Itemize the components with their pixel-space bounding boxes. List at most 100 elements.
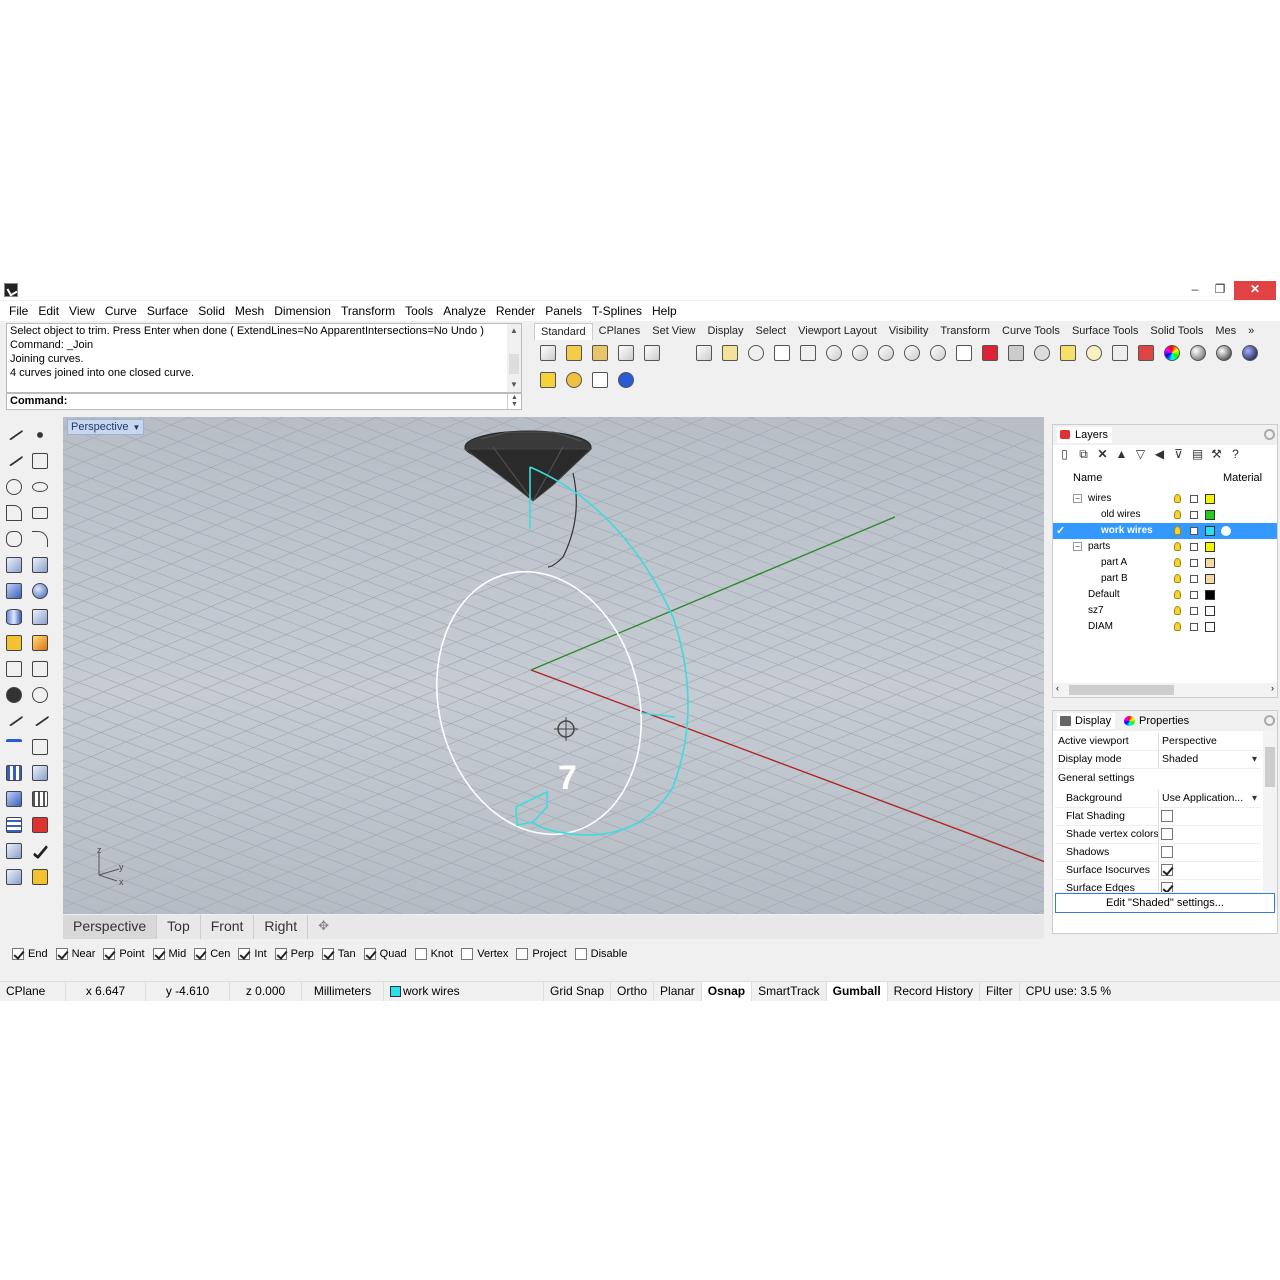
tab-viewport-layout[interactable]: Viewport Layout (792, 323, 883, 340)
menu-view[interactable]: View (64, 301, 100, 321)
arc-icon[interactable] (3, 502, 25, 524)
close-button[interactable]: ✕ (1234, 281, 1276, 300)
scroll-right-icon[interactable]: › (1271, 683, 1274, 693)
four-viewports-icon[interactable] (952, 341, 976, 365)
sweep-icon[interactable] (3, 840, 25, 862)
zoom-selected-icon[interactable] (900, 341, 924, 365)
menu-dimension[interactable]: Dimension (269, 301, 336, 321)
group-icon[interactable] (3, 684, 25, 706)
scroll-down-icon[interactable]: ▼ (510, 380, 518, 389)
layer-color-swatch[interactable] (1205, 590, 1215, 600)
viewport-title[interactable]: Perspective ▼ (67, 419, 145, 435)
analyze-icon[interactable] (3, 866, 25, 888)
print-icon[interactable] (614, 341, 638, 365)
light-bulb-icon[interactable] (1174, 606, 1181, 615)
dots-grid-icon[interactable] (29, 788, 51, 810)
select-arrow-icon[interactable] (3, 423, 25, 446)
layer-name[interactable]: parts (1088, 539, 1110, 555)
checkbox[interactable] (238, 948, 251, 960)
lock-icon[interactable] (1190, 511, 1198, 519)
layer-color-swatch[interactable] (1205, 622, 1215, 632)
display-scrollbar[interactable] (1263, 731, 1277, 908)
menu-mesh[interactable]: Mesh (230, 301, 269, 321)
help-icon[interactable]: ? (1228, 447, 1243, 462)
grid-array-icon[interactable] (3, 814, 25, 836)
undo-icon[interactable] (744, 341, 768, 365)
move-up-icon[interactable]: ▲ (1114, 447, 1129, 462)
options-gear-icon[interactable] (562, 368, 586, 392)
surface-edges-checkbox[interactable] (1161, 882, 1173, 892)
osnap-near[interactable]: Near (55, 948, 95, 960)
layers-hscrollbar[interactable]: ‹ › (1053, 683, 1277, 697)
polyline-icon[interactable] (3, 449, 25, 472)
move-view-icon[interactable] (796, 341, 820, 365)
lock-icon[interactable] (1190, 559, 1198, 567)
history-scrollbar[interactable]: ▲ ▼ (507, 324, 521, 392)
checkbox[interactable] (574, 948, 587, 960)
filter-icon[interactable]: ⊽ (1171, 447, 1186, 462)
tab-front[interactable]: Front (201, 915, 255, 939)
zoom-extents-icon[interactable] (874, 341, 898, 365)
menu-edit[interactable]: Edit (33, 301, 64, 321)
tab-surface-tools[interactable]: Surface Tools (1066, 323, 1144, 340)
menu-curve[interactable]: Curve (100, 301, 142, 321)
lock-icon[interactable] (1190, 623, 1198, 631)
render-sphere-icon[interactable] (1212, 341, 1236, 365)
light-bulb-icon[interactable] (1174, 526, 1181, 535)
array-icon[interactable] (3, 762, 25, 784)
render-tools-icon[interactable] (29, 866, 51, 888)
tab-transform[interactable]: Transform (934, 323, 996, 340)
menu-file[interactable]: File (4, 301, 33, 321)
explode-icon[interactable] (3, 632, 25, 654)
ghosted-car-icon[interactable] (1004, 341, 1028, 365)
cut-icon[interactable] (666, 341, 690, 365)
tab-set-view[interactable]: Set View (646, 323, 701, 340)
menu-tools[interactable]: Tools (400, 301, 438, 321)
layer-name[interactable]: wires (1088, 491, 1111, 507)
tab-curve-tools[interactable]: Curve Tools (996, 323, 1066, 340)
layer-row[interactable]: sz7 (1053, 603, 1277, 619)
layer-color-swatch[interactable] (1205, 526, 1215, 536)
osnap-cen[interactable]: Cen (194, 948, 230, 960)
scroll-thumb[interactable] (1069, 685, 1174, 695)
light-bulb-icon[interactable] (1082, 341, 1106, 365)
status-current-layer[interactable]: work wires (384, 982, 544, 1001)
light-bulb-icon[interactable] (1174, 622, 1181, 631)
light-bulb-icon[interactable] (1174, 558, 1181, 567)
ellipse-icon[interactable] (29, 476, 51, 498)
join-icon[interactable] (29, 658, 51, 680)
osnap-tan[interactable]: Tan (321, 948, 356, 960)
tab-solid-tools[interactable]: Solid Tools (1144, 323, 1209, 340)
current-layer-check-icon[interactable]: ✓ (1056, 523, 1065, 539)
layer-states-icon[interactable]: ▤ (1190, 447, 1205, 462)
osnap-mid[interactable]: Mid (152, 948, 186, 960)
checkbox[interactable] (363, 948, 376, 960)
ungroup-icon[interactable] (29, 684, 51, 706)
layer-row[interactable]: ✓ work wires (1053, 523, 1277, 539)
status-planar[interactable]: Planar (654, 982, 702, 1001)
lock-icon[interactable] (1190, 543, 1198, 551)
perspective-viewport[interactable]: 7 Perspective ▼ z y x (63, 417, 1044, 914)
checkbox[interactable] (152, 948, 165, 960)
background-select[interactable]: Use Application... (1158, 790, 1260, 807)
cylinder-icon[interactable] (3, 606, 25, 628)
shade-vertex-checkbox[interactable] (1161, 828, 1173, 840)
import-icon[interactable] (640, 341, 664, 365)
osnap-disable[interactable]: Disable (574, 948, 627, 960)
layer-name[interactable]: part A (1101, 555, 1127, 571)
layer-row[interactable]: DIAM (1053, 619, 1277, 635)
surface-isocurves-checkbox[interactable] (1161, 864, 1173, 876)
menu-surface[interactable]: Surface (142, 301, 193, 321)
layer-name[interactable]: Default (1088, 587, 1120, 603)
layer-color-swatch[interactable] (1205, 494, 1215, 504)
mirror-icon[interactable] (29, 762, 51, 784)
rectangle-icon[interactable] (29, 502, 51, 524)
tools-icon[interactable]: ⚒ (1209, 447, 1224, 462)
circle-icon[interactable] (3, 476, 25, 498)
paste-icon[interactable] (718, 341, 742, 365)
checkbox[interactable] (55, 948, 68, 960)
lock-icon[interactable] (1190, 527, 1198, 535)
tab-overflow[interactable]: » (1242, 323, 1260, 340)
restore-button[interactable]: ❐ (1207, 281, 1233, 300)
save-icon[interactable] (588, 341, 612, 365)
